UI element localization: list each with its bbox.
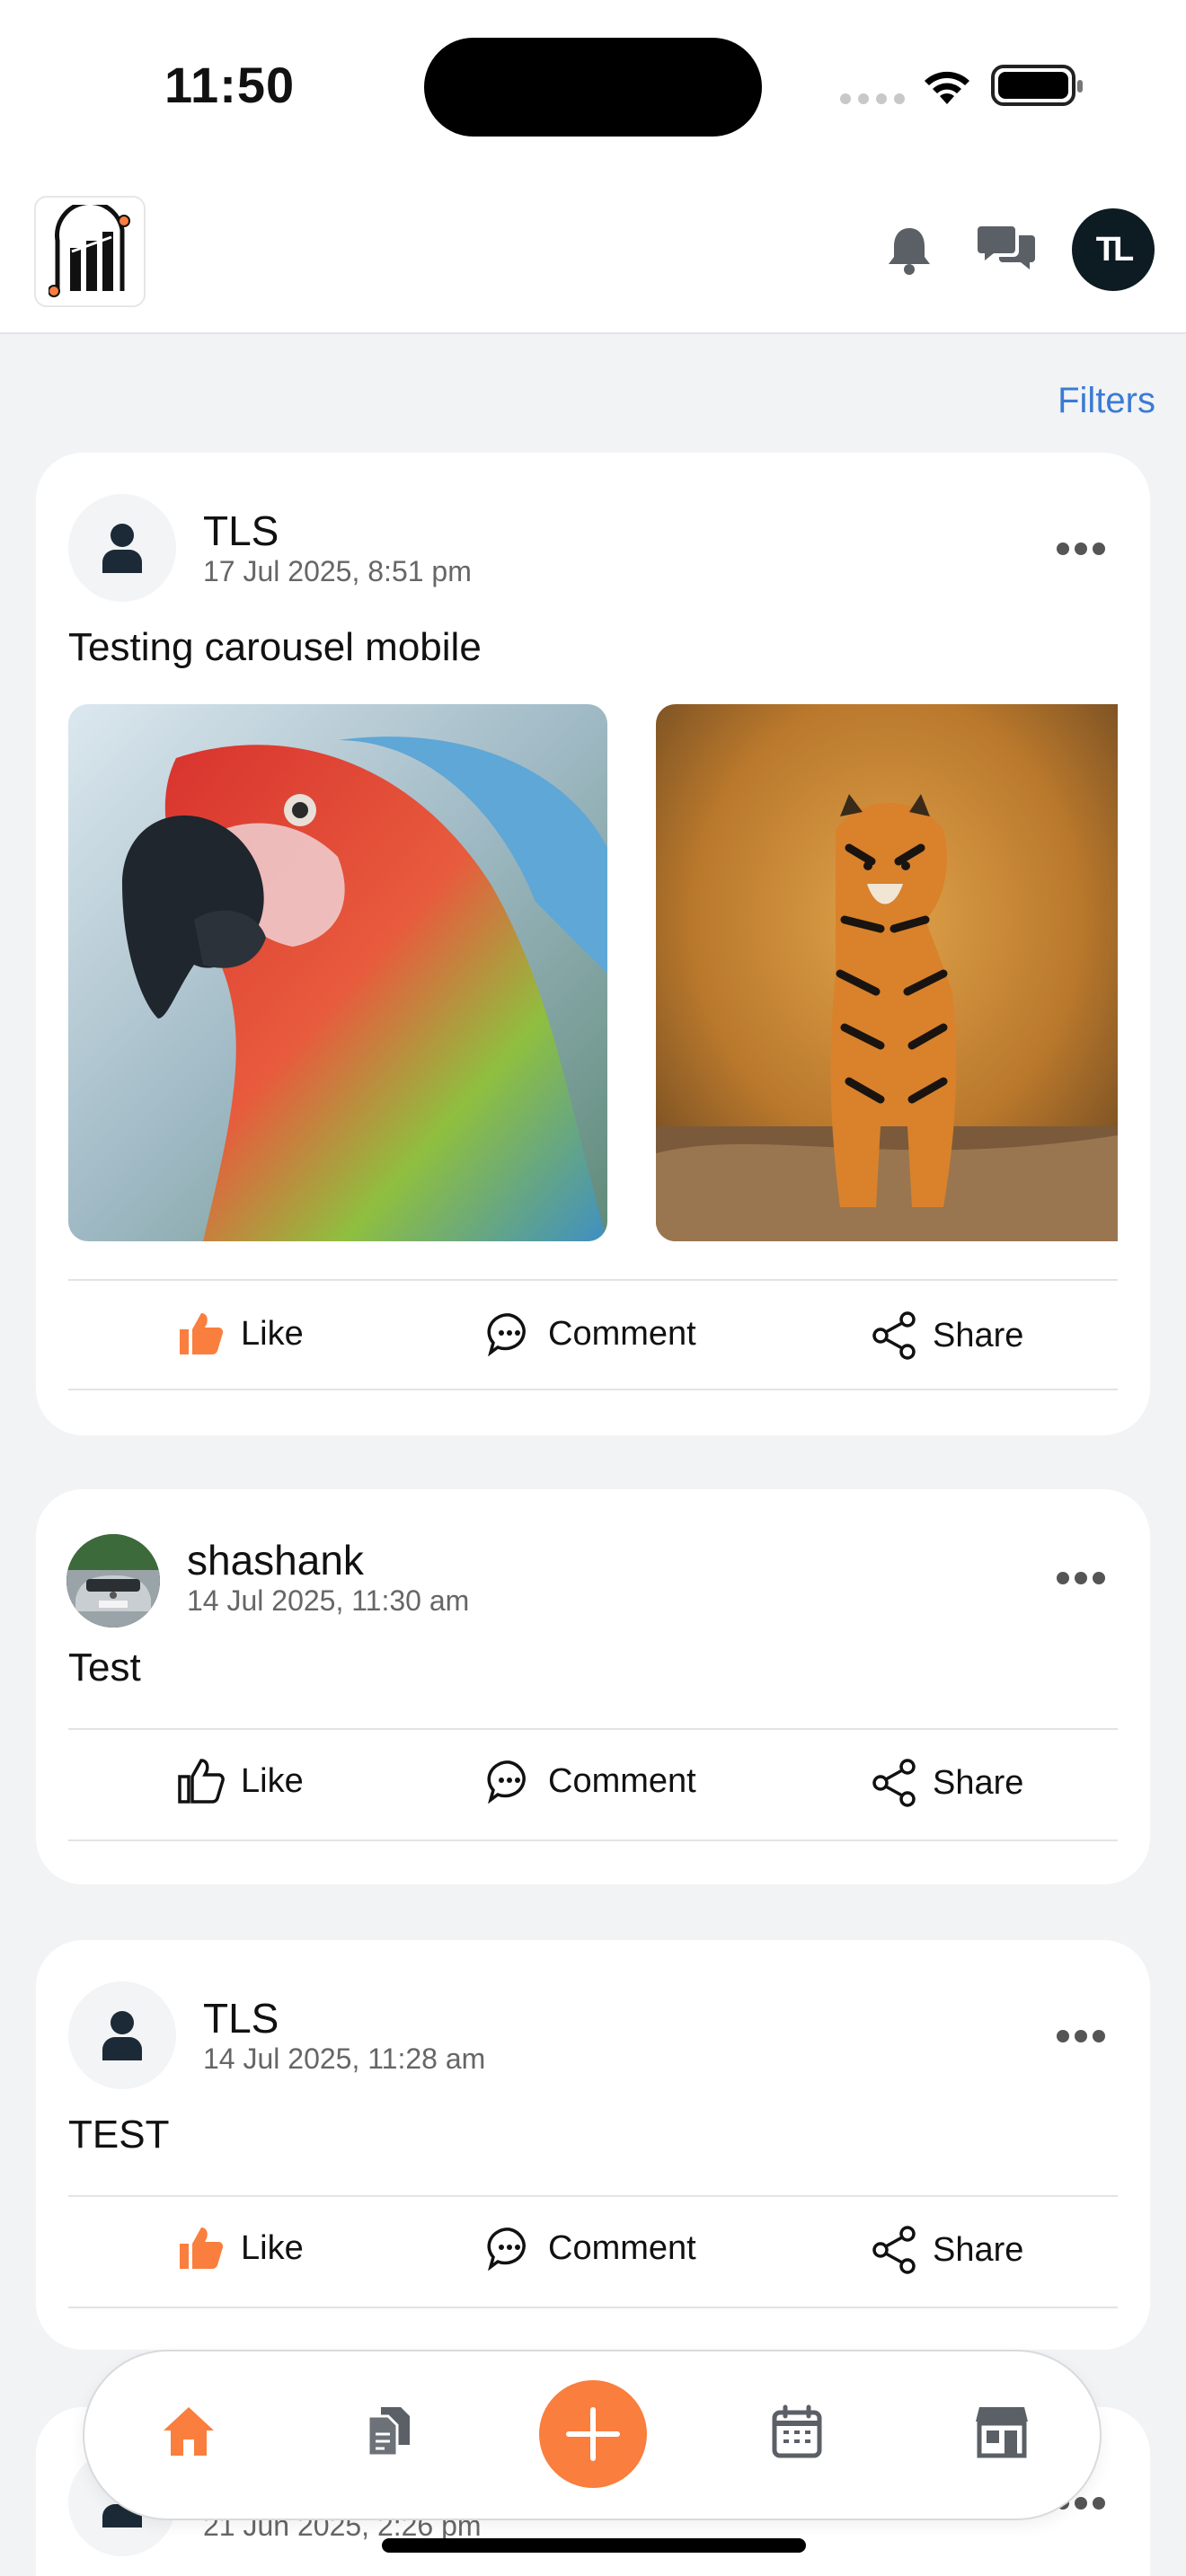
status-time: 11:50 xyxy=(164,57,296,113)
post-text: Test xyxy=(68,1645,141,1689)
person-icon xyxy=(102,524,142,573)
share-label: Share xyxy=(933,1763,1024,1802)
carousel-image-parrot[interactable] xyxy=(68,704,607,1241)
post-card: TLS 17 Jul 2025, 8:51 pm Testing carouse… xyxy=(36,453,1150,1435)
more-options-icon[interactable] xyxy=(1057,2030,1105,2042)
battery-icon xyxy=(991,65,1083,106)
create-post-button[interactable] xyxy=(539,2380,647,2488)
thumbs-up-filled-icon xyxy=(180,1313,224,1355)
author-name[interactable]: TLS xyxy=(203,507,279,555)
bell-icon[interactable] xyxy=(885,225,934,277)
share-icon xyxy=(872,2226,916,2274)
like-label: Like xyxy=(241,1314,304,1353)
share-icon xyxy=(872,1311,916,1360)
comment-label: Comment xyxy=(548,2228,696,2267)
post-text: TEST xyxy=(68,2113,170,2157)
like-button[interactable]: Like xyxy=(176,2226,304,2271)
comment-icon xyxy=(487,1313,526,1356)
like-button[interactable]: Like xyxy=(176,1759,304,1804)
chat-bubbles-icon[interactable] xyxy=(978,223,1037,277)
author-name[interactable]: TLS xyxy=(203,1994,279,2042)
divider xyxy=(68,1728,1118,1730)
person-icon xyxy=(102,2011,142,2060)
add-icon xyxy=(566,2407,620,2461)
like-button[interactable]: Like xyxy=(176,1311,304,1356)
home-indicator xyxy=(382,2538,806,2553)
car-photo-avatar xyxy=(66,1534,160,1628)
author-avatar[interactable] xyxy=(68,1981,176,2089)
share-button[interactable]: Share xyxy=(872,2226,1023,2274)
carousel-image-tiger[interactable] xyxy=(656,704,1118,1241)
divider xyxy=(68,1279,1118,1281)
author-avatar[interactable] xyxy=(66,1534,160,1628)
post-card: shashank 14 Jul 2025, 11:30 am Test Like… xyxy=(36,1489,1150,1884)
post-date: 14 Jul 2025, 11:28 am xyxy=(203,2042,486,2075)
post-date: 14 Jul 2025, 11:30 am xyxy=(187,1584,470,1617)
more-options-icon[interactable] xyxy=(1057,1572,1105,1584)
calendar-icon[interactable] xyxy=(771,2404,823,2459)
divider xyxy=(68,1839,1118,1841)
store-icon[interactable] xyxy=(974,2404,1030,2459)
author-name[interactable]: shashank xyxy=(187,1536,364,1584)
wifi-icon xyxy=(925,71,969,104)
comment-label: Comment xyxy=(548,1314,696,1353)
bottom-nav xyxy=(83,2350,1102,2520)
like-label: Like xyxy=(241,2228,304,2267)
author-avatar[interactable] xyxy=(68,494,176,602)
status-bar: 11:50 xyxy=(0,0,1186,180)
divider xyxy=(68,2195,1118,2197)
filters-link[interactable]: Filters xyxy=(1058,381,1155,421)
post-date: 17 Jul 2025, 8:51 pm xyxy=(203,555,472,587)
comment-icon xyxy=(487,1760,526,1804)
share-icon xyxy=(872,1759,916,1807)
share-label: Share xyxy=(933,1316,1024,1354)
dynamic-island xyxy=(424,38,762,137)
comment-button[interactable]: Comment xyxy=(487,2226,696,2271)
app-header: TL xyxy=(0,180,1186,334)
share-button[interactable]: Share xyxy=(872,1759,1023,1807)
building-logo-icon[interactable] xyxy=(34,196,146,307)
post-text: Testing carousel mobile xyxy=(68,625,482,669)
share-label: Share xyxy=(933,2230,1024,2269)
divider xyxy=(68,1389,1118,1390)
divider xyxy=(68,2307,1118,2308)
documents-icon[interactable] xyxy=(363,2404,413,2459)
user-avatar[interactable]: TL xyxy=(1072,208,1155,291)
more-options-icon[interactable] xyxy=(1057,543,1105,555)
cellular-signal-icon xyxy=(840,93,905,104)
comment-button[interactable]: Comment xyxy=(487,1759,696,1804)
share-button[interactable]: Share xyxy=(872,1311,1023,1360)
thumbs-up-filled-icon xyxy=(180,2228,224,2270)
thumbs-up-outline-icon xyxy=(178,1759,225,1804)
like-label: Like xyxy=(241,1761,304,1800)
post-card: TLS 14 Jul 2025, 11:28 am TEST Like Comm… xyxy=(36,1940,1150,2350)
comment-label: Comment xyxy=(548,1761,696,1800)
home-icon[interactable] xyxy=(160,2404,217,2459)
comment-icon xyxy=(487,2228,526,2271)
comment-button[interactable]: Comment xyxy=(487,1311,696,1356)
